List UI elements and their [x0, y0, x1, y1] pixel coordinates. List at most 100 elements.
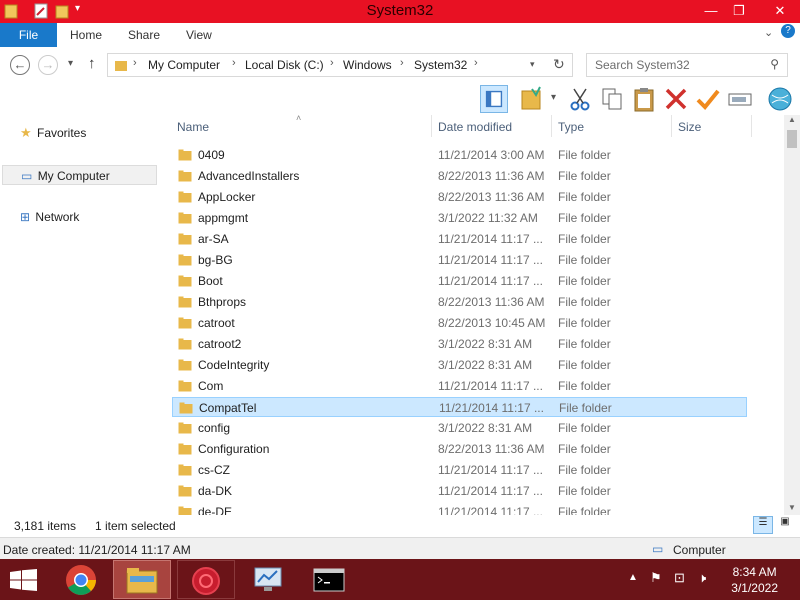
file-row[interactable]: Boot 11/21/2014 11:17 ... File folder: [172, 271, 747, 291]
file-type: File folder: [558, 442, 611, 456]
tab-file[interactable]: File: [0, 23, 57, 47]
chrome-taskbar-button[interactable]: [52, 560, 110, 599]
tab-home[interactable]: Home: [70, 23, 102, 47]
file-explorer-icon: [126, 568, 158, 594]
details-view-button[interactable]: ☰: [753, 516, 773, 534]
title-bar[interactable]: ▾ System32 — ❐ ✕: [0, 0, 800, 23]
file-row[interactable]: bg-BG 11/21/2014 11:17 ... File folder: [172, 250, 747, 270]
tab-share[interactable]: Share: [128, 23, 160, 47]
column-divider[interactable]: [671, 115, 672, 137]
column-divider[interactable]: [551, 115, 552, 137]
search-icon[interactable]: ⚲: [770, 57, 779, 71]
file-type: File folder: [558, 232, 611, 246]
search-input[interactable]: [593, 57, 767, 73]
help-icon[interactable]: ?: [781, 24, 795, 38]
action-center-flag-icon[interactable]: ⚑: [650, 570, 662, 586]
cut-icon[interactable]: [566, 85, 594, 113]
column-header-date[interactable]: Date modified: [438, 120, 512, 134]
file-row[interactable]: Com 11/21/2014 11:17 ... File folder: [172, 376, 747, 396]
scroll-thumb[interactable]: [787, 130, 797, 148]
file-row[interactable]: Bthprops 8/22/2013 11:36 AM File folder: [172, 292, 747, 312]
file-explorer-taskbar-button[interactable]: [113, 560, 171, 599]
file-row[interactable]: AppLocker 8/22/2013 11:36 AM File folder: [172, 187, 747, 207]
file-row[interactable]: de-DE 11/21/2014 11:17 ... File folder: [172, 502, 747, 515]
vertical-scrollbar[interactable]: ▲ ▼: [784, 115, 800, 515]
chevron-down-icon[interactable]: ▾: [551, 92, 556, 103]
file-type: File folder: [558, 421, 611, 435]
network-tray-icon[interactable]: ⊡: [674, 570, 685, 586]
file-row[interactable]: config 3/1/2022 8:31 AM File folder: [172, 418, 747, 438]
delete-icon[interactable]: [662, 85, 690, 113]
paste-icon[interactable]: [630, 85, 658, 113]
back-button[interactable]: ←: [10, 55, 30, 75]
breadcrumb-my-computer[interactable]: My Computer: [148, 58, 220, 72]
chevron-right-icon[interactable]: ›: [474, 57, 478, 69]
file-name: 0409: [198, 148, 225, 162]
column-header-size[interactable]: Size: [678, 120, 701, 134]
column-divider[interactable]: [751, 115, 752, 137]
file-row[interactable]: catroot2 3/1/2022 8:31 AM File folder: [172, 334, 747, 354]
taskbar-clock[interactable]: 8:34 AM 3/1/2022: [731, 564, 778, 596]
file-name: AppLocker: [198, 190, 256, 204]
location-label: Computer: [673, 543, 726, 557]
folder-options-icon[interactable]: [518, 85, 546, 113]
close-button[interactable]: ✕: [760, 0, 800, 22]
file-row[interactable]: cs-CZ 11/21/2014 11:17 ... File folder: [172, 460, 747, 480]
file-type: File folder: [558, 274, 611, 288]
forward-button[interactable]: →: [38, 55, 58, 75]
chevron-right-icon[interactable]: ›: [400, 57, 404, 69]
chevron-right-icon[interactable]: ›: [232, 57, 236, 69]
cmd-taskbar-button[interactable]: [300, 560, 358, 599]
globe-icon[interactable]: [766, 85, 794, 113]
recent-locations-icon[interactable]: ▾: [68, 58, 73, 69]
column-divider[interactable]: [431, 115, 432, 137]
rename-icon[interactable]: [726, 85, 754, 113]
breadcrumb-system32[interactable]: System32: [414, 58, 467, 72]
refresh-icon[interactable]: ↻: [553, 56, 565, 73]
window-title: System32: [366, 2, 434, 19]
up-arrow-icon[interactable]: ↑: [88, 55, 96, 72]
file-type: File folder: [558, 505, 611, 515]
file-row[interactable]: 0409 11/21/2014 3:00 AM File folder: [172, 145, 747, 165]
preview-pane-icon[interactable]: [480, 85, 508, 113]
address-bar[interactable]: › My Computer › Local Disk (C:) › Window…: [107, 53, 573, 77]
taskbar: ▲ ⚑ ⊡ 🕨 8:34 AM 3/1/2022: [0, 559, 800, 600]
column-header-name[interactable]: Name: [177, 120, 209, 134]
checkmark-icon[interactable]: [694, 85, 722, 113]
expand-ribbon-icon[interactable]: ⌄: [764, 26, 773, 39]
app-taskbar-button[interactable]: [177, 560, 235, 599]
windows-start-icon[interactable]: [10, 569, 38, 591]
file-date: 11/21/2014 11:17 ...: [438, 379, 543, 393]
breadcrumb-local-disk[interactable]: Local Disk (C:): [245, 58, 324, 72]
tab-view[interactable]: View: [186, 23, 212, 47]
file-date: 8/22/2013 11:36 AM: [438, 442, 545, 456]
restore-button[interactable]: ❐: [722, 0, 756, 22]
volume-muted-icon[interactable]: 🕨: [698, 570, 706, 586]
sidebar-item-my-computer[interactable]: ▭ My Computer: [2, 165, 157, 185]
copy-icon[interactable]: [598, 85, 626, 113]
show-hidden-icons-arrow[interactable]: ▲: [628, 572, 638, 583]
details-bar: Date created: 11/21/2014 11:17 AM ▭ Comp…: [0, 537, 800, 560]
file-row[interactable]: da-DK 11/21/2014 11:17 ... File folder: [172, 481, 747, 501]
large-icons-view-button[interactable]: ▣: [776, 516, 794, 534]
monitor-taskbar-button[interactable]: [239, 560, 297, 599]
chevron-right-icon[interactable]: ›: [133, 57, 137, 69]
file-row[interactable]: appmgmt 3/1/2022 11:32 AM File folder: [172, 208, 747, 228]
breadcrumb-windows[interactable]: Windows: [343, 58, 392, 72]
scroll-down-arrow[interactable]: ▼: [788, 503, 796, 512]
chevron-right-icon[interactable]: ›: [330, 57, 334, 69]
file-row[interactable]: CodeIntegrity 3/1/2022 8:31 AM File folder: [172, 355, 747, 375]
address-dropdown-icon[interactable]: ▾: [530, 59, 535, 70]
file-row[interactable]: catroot 8/22/2013 10:45 AM File folder: [172, 313, 747, 333]
file-row[interactable]: CompatTel 11/21/2014 11:17 ... File folder: [172, 397, 747, 417]
file-row[interactable]: Configuration 8/22/2013 11:36 AM File fold…: [172, 439, 747, 459]
sidebar-item-favorites[interactable]: ★ Favorites: [20, 123, 86, 143]
file-type: File folder: [558, 379, 611, 393]
column-header-type[interactable]: Type: [558, 120, 584, 134]
sidebar-item-network[interactable]: ⊞ Network: [20, 207, 79, 227]
file-name: Com: [198, 379, 224, 393]
file-row[interactable]: AdvancedInstallers 8/22/2013 11:36 AM File…: [172, 166, 747, 186]
file-row[interactable]: ar-SA 11/21/2014 11:17 ... File folder: [172, 229, 747, 249]
search-box[interactable]: ⚲: [586, 53, 788, 77]
scroll-up-arrow[interactable]: ▲: [788, 115, 796, 124]
